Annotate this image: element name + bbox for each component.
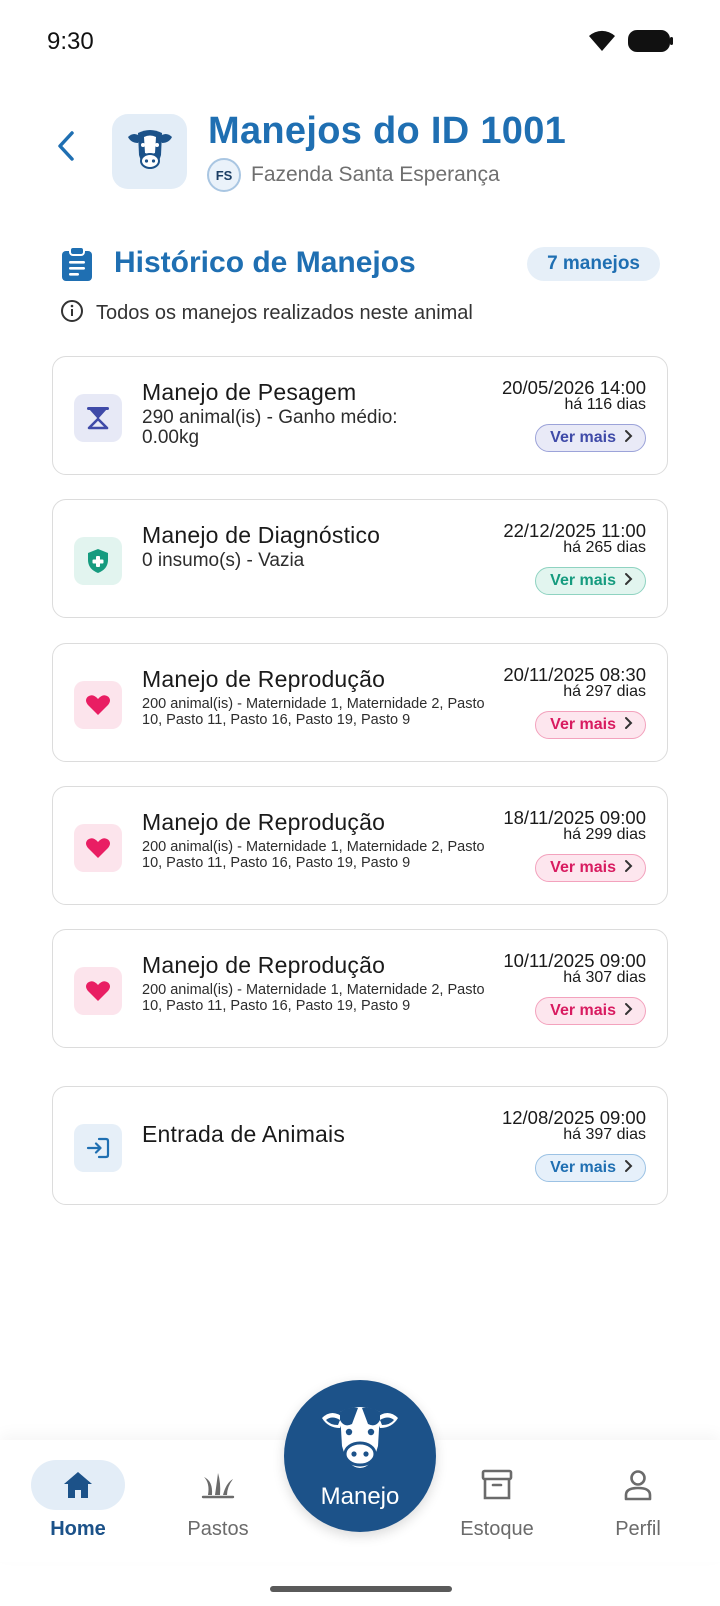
count-badge: 7 manejos <box>527 247 660 281</box>
card-title: Manejo de Reprodução <box>142 666 386 692</box>
card-title: Entrada de Animais <box>142 1121 346 1147</box>
manejo-card-reproducao[interactable]: Manejo de Reprodução 200 animal(is) - Ma… <box>52 786 668 905</box>
manejo-card-reproducao[interactable]: Manejo de Reprodução 200 animal(is) - Ma… <box>52 929 668 1048</box>
ver-mais-label: Ver mais <box>550 1159 616 1176</box>
wifi-icon <box>588 30 616 57</box>
chevron-right-icon <box>624 429 633 448</box>
card-description: 200 animal(is) - Maternidade 1, Maternid… <box>142 839 485 871</box>
card-elapsed: há 299 dias <box>563 826 646 843</box>
card-title: Manejo de Reprodução <box>142 809 386 835</box>
home-icon <box>31 1460 125 1510</box>
ver-mais-label: Ver mais <box>550 429 616 446</box>
nav-label: Estoque <box>460 1518 534 1540</box>
info-icon <box>60 299 84 328</box>
farm-avatar: FS <box>207 158 241 192</box>
scale-icon <box>74 394 122 442</box>
nav-pastos[interactable]: Pastos <box>171 1440 265 1562</box>
ver-mais-button[interactable]: Ver mais <box>535 424 646 452</box>
ver-mais-label: Ver mais <box>550 1002 616 1019</box>
nav-perfil[interactable]: Perfil <box>591 1440 685 1562</box>
page-header: Manejos do ID 1001 FS Fazenda Santa Espe… <box>0 110 720 200</box>
person-icon <box>591 1460 685 1510</box>
nav-label: Home <box>50 1518 106 1540</box>
ver-mais-label: Ver mais <box>550 859 616 876</box>
ver-mais-label: Ver mais <box>550 716 616 733</box>
farm-name: Fazenda Santa Esperança <box>251 163 500 186</box>
app-logo <box>112 114 187 189</box>
section-header: Histórico de Manejos 7 manejos <box>60 244 660 288</box>
chevron-right-icon <box>624 1002 633 1021</box>
battery-icon <box>628 30 674 57</box>
status-time: 9:30 <box>47 28 94 55</box>
login-arrow-icon <box>74 1124 122 1172</box>
ver-mais-button[interactable]: Ver mais <box>535 567 646 595</box>
card-elapsed: há 265 dias <box>563 539 646 556</box>
manejo-card-diagnostico[interactable]: Manejo de Diagnóstico 0 insumo(s) - Vazi… <box>52 499 668 618</box>
ver-mais-label: Ver mais <box>550 572 616 589</box>
card-elapsed: há 307 dias <box>563 969 646 986</box>
card-description: 200 animal(is) - Maternidade 1, Maternid… <box>142 982 485 1014</box>
card-elapsed: há 116 dias <box>564 396 646 413</box>
home-indicator <box>270 1586 452 1592</box>
chevron-right-icon <box>624 1159 633 1178</box>
back-button[interactable] <box>48 128 84 168</box>
manejo-card-reproducao[interactable]: Manejo de Reprodução 200 animal(is) - Ma… <box>52 643 668 762</box>
section-title: Histórico de Manejos <box>114 246 416 279</box>
card-description: 0 insumo(s) - Vazia <box>142 550 305 571</box>
page-title: Manejos do ID 1001 <box>208 110 567 152</box>
ver-mais-button[interactable]: Ver mais <box>535 711 646 739</box>
nav-estoque[interactable]: Estoque <box>450 1440 544 1562</box>
grass-icon <box>171 1460 265 1510</box>
heart-icon <box>74 681 122 729</box>
card-description: 290 animal(is) - Ganho médio: 0.00kg <box>142 407 398 448</box>
cow-icon <box>318 1398 402 1481</box>
chevron-right-icon <box>624 572 633 591</box>
chevron-right-icon <box>624 859 633 878</box>
card-elapsed: há 397 dias <box>563 1126 646 1143</box>
nav-manejo-fab[interactable]: Manejo <box>284 1380 436 1532</box>
section-subtitle-text: Todos os manejos realizados neste animal <box>96 302 473 324</box>
card-title: Manejo de Pesagem <box>142 379 357 405</box>
shield-plus-icon <box>74 537 122 585</box>
card-elapsed: há 297 dias <box>563 683 646 700</box>
ver-mais-button[interactable]: Ver mais <box>535 997 646 1025</box>
ver-mais-button[interactable]: Ver mais <box>535 1154 646 1182</box>
clipboard-icon <box>60 246 94 287</box>
nav-label: Perfil <box>615 1518 661 1540</box>
archive-box-icon <box>450 1460 544 1510</box>
card-title: Manejo de Diagnóstico <box>142 522 381 548</box>
section-subtitle: Todos os manejos realizados neste animal <box>60 299 473 328</box>
chevron-right-icon <box>624 716 633 735</box>
cow-icon <box>124 125 176 178</box>
manejo-card-entrada[interactable]: Entrada de Animais 12/08/2025 09:00 há 3… <box>52 1086 668 1205</box>
nav-label: Pastos <box>187 1518 249 1540</box>
heart-icon <box>74 824 122 872</box>
status-bar: 9:30 <box>0 0 720 88</box>
manejo-card-pesagem[interactable]: Manejo de Pesagem 290 animal(is) - Ganho… <box>52 356 668 475</box>
ver-mais-button[interactable]: Ver mais <box>535 854 646 882</box>
nav-home[interactable]: Home <box>31 1440 125 1562</box>
nav-label: Manejo <box>320 1483 400 1510</box>
card-title: Manejo de Reprodução <box>142 952 386 978</box>
status-icons <box>588 30 674 57</box>
chevron-left-icon <box>55 129 77 168</box>
farm-info: FS Fazenda Santa Esperança <box>207 158 500 192</box>
heart-icon <box>74 967 122 1015</box>
card-description: 200 animal(is) - Maternidade 1, Maternid… <box>142 696 485 728</box>
